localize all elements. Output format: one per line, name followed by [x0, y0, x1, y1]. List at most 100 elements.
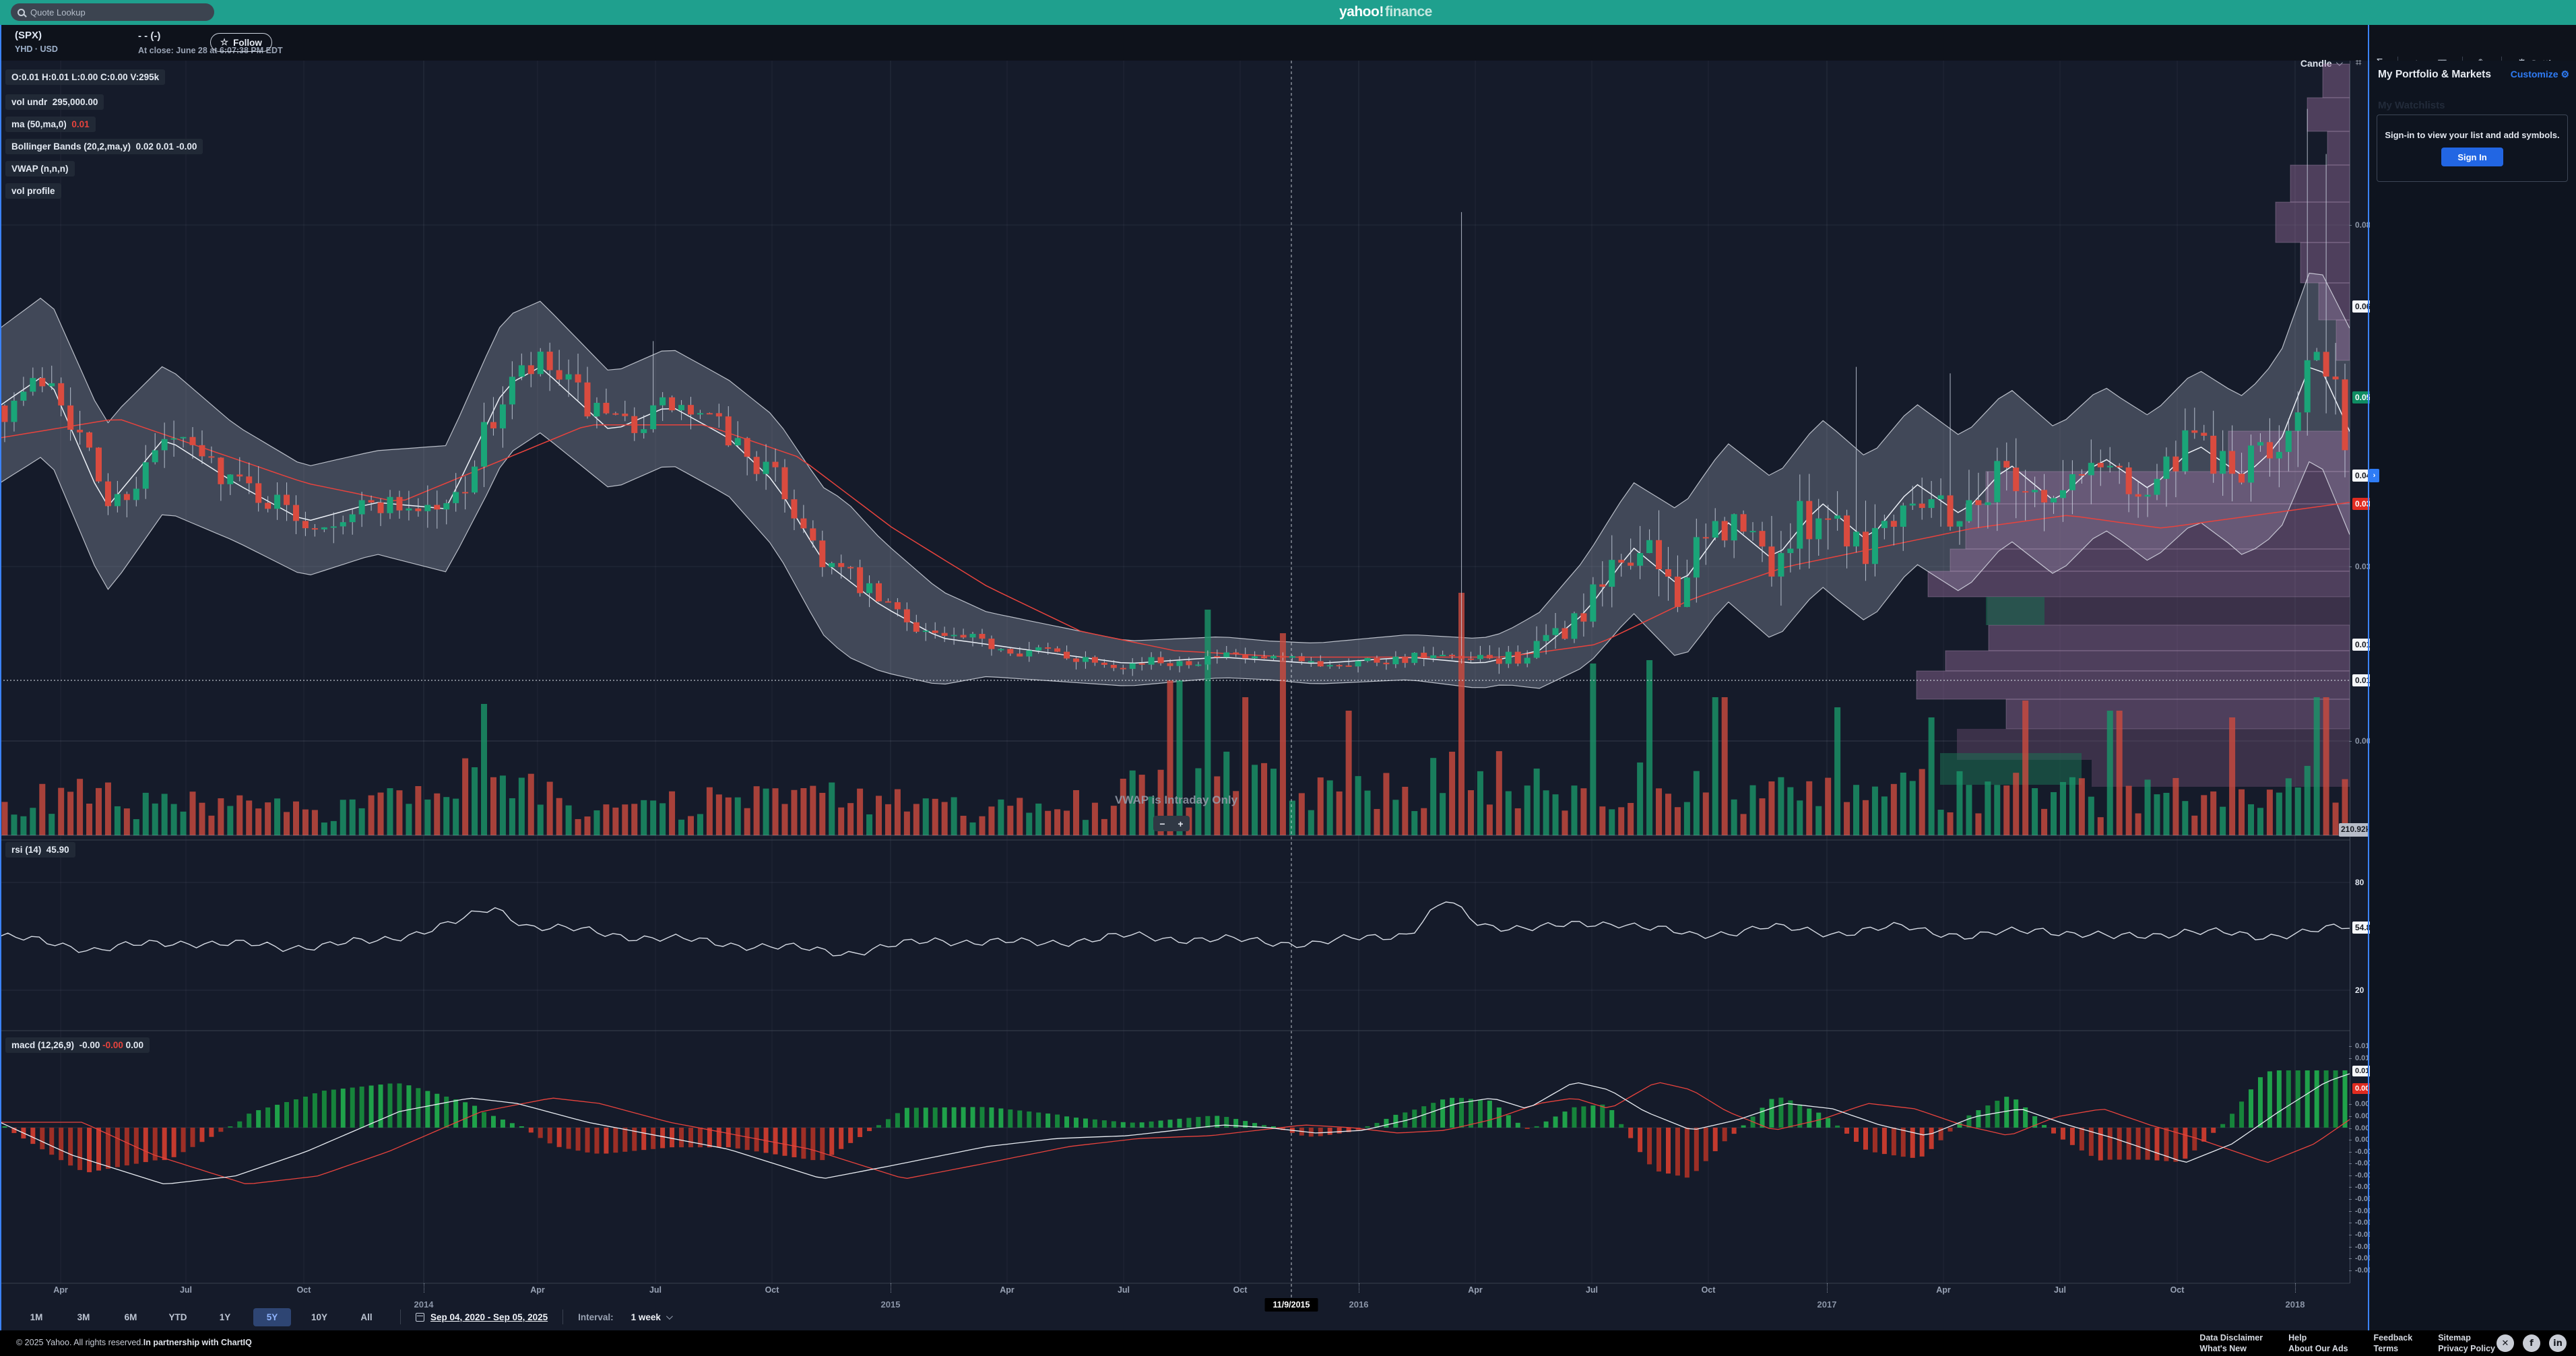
range-button-1y[interactable]: 1Y	[206, 1308, 244, 1326]
volume-profile-row	[2006, 699, 2350, 729]
volume-profile-row	[2327, 131, 2350, 165]
chartiq-partnership: In partnership with ChartIQ	[143, 1338, 252, 1347]
x-twitter-icon[interactable]: ✕	[2497, 1334, 2514, 1352]
volume-profile-row	[1986, 597, 2044, 625]
page-footer: © 2025 Yahoo. All rights reserved.In par…	[0, 1330, 2576, 1356]
legend-vwap[interactable]: VWAP (n,n,n)	[5, 161, 75, 176]
x-axis-month-label: Jul	[649, 1285, 662, 1295]
footer-link-what-s-new[interactable]: What's New	[2199, 1344, 2263, 1354]
volume-profile-row	[2323, 64, 2350, 98]
sidebar-title: My Portfolio & Markets	[2378, 69, 2491, 81]
interval-dropdown[interactable]: 1 week	[631, 1312, 671, 1322]
x-axis-month-label: Apr	[1936, 1285, 1951, 1295]
chart-canvas[interactable]	[0, 0, 2370, 1330]
watchlists-title: My Watchlists	[2378, 100, 2445, 111]
footer-link-data-disclaimer[interactable]: Data Disclaimer	[2199, 1333, 2263, 1343]
footer-links: Data DisclaimerWhat's New HelpAbout Our A…	[2199, 1333, 2495, 1354]
volume-profile-row	[2319, 283, 2350, 320]
volume-profile-row	[1928, 571, 2350, 597]
zoom-in-button[interactable]: +	[1171, 816, 1190, 831]
volume-profile-row	[2351, 64, 2369, 310]
signin-panel: Sign-in to view your list and add symbol…	[2377, 115, 2568, 182]
range-button-10y[interactable]: 10Y	[300, 1308, 338, 1326]
macd-axis-label: 0.00	[2352, 1083, 2372, 1094]
footer-link-feedback[interactable]: Feedback	[2374, 1333, 2413, 1343]
volume-profile-row	[1989, 625, 2350, 651]
macd-axis-label: 0.01	[2352, 1066, 2372, 1076]
macd-axis-label: 0.01	[2352, 1041, 2372, 1052]
footer-link-about-our-ads[interactable]: About Our Ads	[2288, 1344, 2348, 1354]
x-axis-month-label: Oct	[1702, 1285, 1716, 1295]
x-axis-month-label: Apr	[530, 1285, 545, 1295]
calendar-icon	[416, 1313, 424, 1322]
macd-axis-label: 0.00	[2352, 1123, 2372, 1134]
footer-social-icons: ✕ fin	[2497, 1334, 2567, 1352]
x-axis-month-label: Apr	[53, 1285, 68, 1295]
signin-prompt: Sign-in to view your list and add symbol…	[2377, 130, 2567, 140]
date-range-picker[interactable]: Sep 04, 2020 - Sep 05, 2025	[416, 1312, 548, 1322]
range-button-all[interactable]: All	[348, 1308, 385, 1326]
volume-last-badge: 210.92k	[2339, 823, 2369, 837]
range-button-1m[interactable]: 1M	[18, 1308, 55, 1326]
zoom-out-button[interactable]: −	[1153, 816, 1171, 831]
x-axis-month-label: Oct	[297, 1285, 311, 1295]
price-axis-active-edge[interactable]	[2368, 25, 2369, 1330]
x-axis-month-label: Oct	[2170, 1285, 2185, 1295]
footer-link-terms[interactable]: Terms	[2374, 1344, 2413, 1354]
x-axis-month-label: Jul	[180, 1285, 192, 1295]
macd-axis-label: 0.00	[2352, 1134, 2372, 1145]
portfolio-sidebar: My Portfolio & Markets Customize ⚙ My Wa…	[2370, 61, 2576, 1330]
gear-icon: ⚙	[2561, 69, 2569, 79]
sign-in-button[interactable]: Sign In	[2441, 148, 2503, 166]
range-button-6m[interactable]: 6M	[112, 1308, 150, 1326]
legend-rsi[interactable]: rsi (14) 45.90	[5, 842, 75, 858]
legend-bollinger-bands[interactable]: Bollinger Bands (20,2,ma,y) 0.02 0.01 -0…	[5, 139, 203, 154]
macd-axis-label: 0.00	[2352, 1111, 2372, 1122]
rsi-line	[0, 902, 2350, 956]
x-axis-month-label: Jul	[2054, 1285, 2066, 1295]
footer-link-privacy-policy[interactable]: Privacy Policy	[2438, 1344, 2495, 1354]
x-axis-month-label: Apr	[1468, 1285, 1483, 1295]
legend-macd[interactable]: macd (12,26,9) -0.00 -0.00 0.00	[5, 1037, 150, 1053]
legend-volume-profile[interactable]: vol profile	[5, 183, 61, 199]
macd-axis-label: 0.00	[2352, 1099, 2372, 1109]
x-axis-month-label: Jul	[1586, 1285, 1598, 1295]
crosshair-date-badge: 11/9/2015	[1265, 1298, 1318, 1312]
x-axis-month-label: Oct	[1233, 1285, 1248, 1295]
footer-link-sitemap[interactable]: Sitemap	[2438, 1333, 2495, 1343]
rsi-pane	[0, 902, 2350, 956]
volume-profile-row	[2276, 202, 2350, 243]
volume-profile-row	[1950, 549, 2350, 571]
volume-profile-row	[1945, 651, 2350, 671]
chart-left-active-edge	[0, 25, 1, 1330]
price-pane	[0, 64, 2369, 787]
interval-label: Interval:	[578, 1312, 614, 1322]
yahoo-finance-chart-page: Quote Lookup yahoo!finance (SPX) YHD · U…	[0, 0, 2576, 1356]
vwap-intraday-watermark: VWAP is Intraday Only	[1115, 794, 1237, 807]
facebook-icon[interactable]: f	[2523, 1334, 2540, 1352]
copyright-text: © 2025 Yahoo. All rights reserved.In par…	[16, 1338, 252, 1347]
range-toolbar: 1M 3M 6M YTD 1Y 5Y 10Y All Sep 04, 2020 - Sep 0…	[0, 1303, 2369, 1330]
x-axis-month-label: Jul	[1118, 1285, 1130, 1295]
legend-moving-average[interactable]: ma (50,ma,0) 0.01	[5, 117, 96, 132]
customize-link[interactable]: Customize ⚙	[2511, 69, 2569, 80]
linkedin-icon[interactable]: in	[2549, 1334, 2567, 1352]
volume-profile-row	[1917, 671, 2350, 699]
chevron-down-icon	[666, 1313, 673, 1320]
range-button-3m[interactable]: 3M	[65, 1308, 102, 1326]
year-boundary-dotted-line	[1827, 1283, 1828, 1293]
axis-drag-chevron-icon[interactable]: ›	[2369, 469, 2379, 482]
axis-label-80: 80	[2352, 876, 2366, 889]
macd-pane	[0, 1070, 2350, 1184]
macd-axis-label: 0.01	[2352, 1053, 2372, 1064]
year-boundary-dotted-line	[2295, 1283, 2296, 1293]
zoom-controls: − +	[1153, 816, 1190, 831]
legend-volume-underlay[interactable]: vol undr 295,000.00	[5, 94, 104, 110]
volume-profile-row	[2336, 320, 2350, 360]
volume-profile-row	[2092, 760, 2350, 787]
volume-profile-row	[2290, 165, 2350, 202]
footer-link-help[interactable]: Help	[2288, 1333, 2348, 1343]
range-button-5y[interactable]: 5Y	[253, 1308, 291, 1326]
range-button-ytd[interactable]: YTD	[159, 1308, 197, 1326]
ohlcv-readout: O:0.01 H:0.01 L:0.00 C:0.00 V:295k	[5, 69, 165, 85]
